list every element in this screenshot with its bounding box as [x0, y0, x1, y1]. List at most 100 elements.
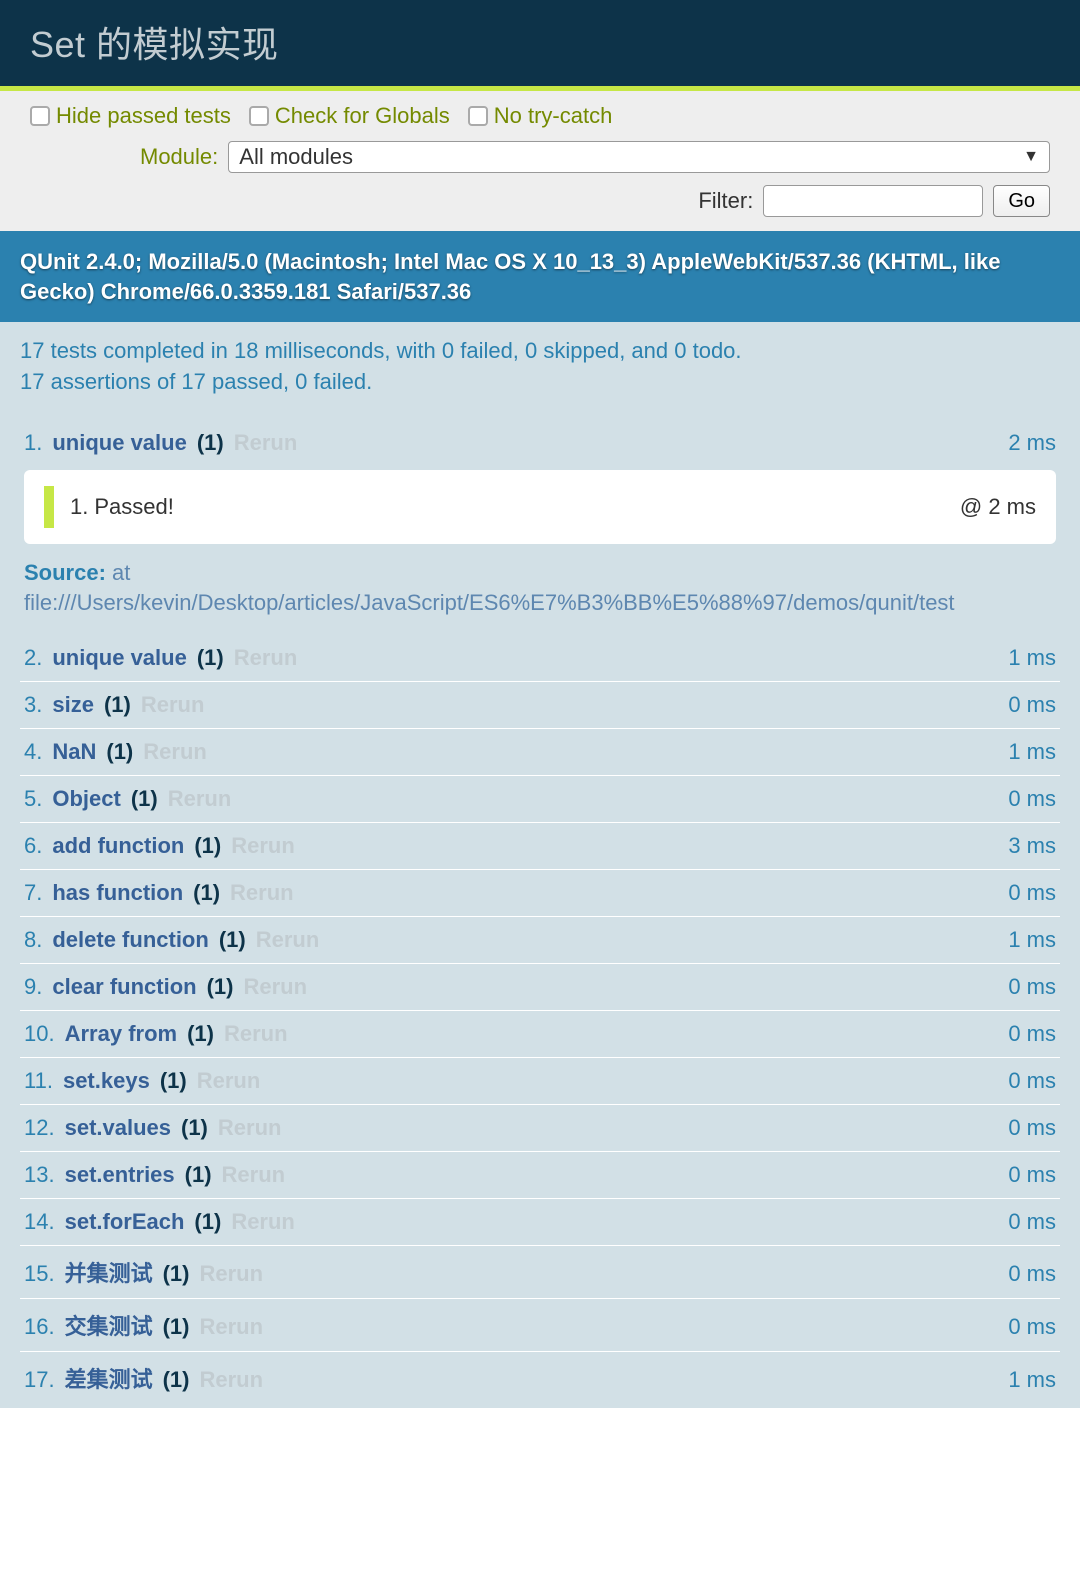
test-number: 12. [24, 1115, 55, 1141]
test-count: (1) [131, 786, 158, 812]
check-globals-checkbox[interactable]: Check for Globals [249, 103, 450, 129]
pass-indicator-icon [44, 486, 54, 528]
test-count: (1) [163, 1367, 190, 1393]
test-row[interactable]: 4.NaN(1)Rerun1 ms [20, 728, 1060, 775]
test-count: (1) [207, 974, 234, 1000]
rerun-link[interactable]: Rerun [244, 974, 308, 1000]
module-selected-value: All modules [239, 144, 353, 170]
test-number: 14. [24, 1209, 55, 1235]
rerun-link[interactable]: Rerun [200, 1367, 264, 1393]
test-count: (1) [197, 645, 224, 671]
test-time: 0 ms [1008, 692, 1056, 718]
test-number: 6. [24, 833, 42, 859]
test-row[interactable]: 11. set.keys (1) Rerun 0 ms [20, 1057, 1060, 1104]
rerun-link[interactable]: Rerun [218, 1115, 282, 1141]
assertion-text: Passed! [94, 494, 174, 520]
test-row[interactable]: 2. unique value (1) Rerun 1 ms [20, 635, 1060, 681]
test-time: 0 ms [1008, 880, 1056, 906]
test-number: 4. [24, 739, 42, 765]
test-count: (1) [219, 927, 246, 953]
test-row[interactable]: 7. has function (1) Rerun 0 ms [20, 869, 1060, 916]
filter-input[interactable] [763, 185, 983, 217]
test-row[interactable]: 5. Object (1) Rerun 0 ms [20, 775, 1060, 822]
checkbox-icon [249, 106, 269, 126]
test-name: has function [52, 880, 183, 906]
hide-passed-checkbox[interactable]: Hide passed tests [30, 103, 231, 129]
test-row[interactable]: 17.差集测试(1)Rerun1 ms [20, 1351, 1060, 1404]
rerun-link[interactable]: Rerun [197, 1068, 261, 1094]
rerun-link[interactable]: Rerun [200, 1314, 264, 1340]
test-number: 11. [24, 1068, 53, 1094]
test-name: unique value [52, 645, 186, 671]
test-time: 1 ms [1008, 645, 1056, 671]
test-name: add function [52, 833, 184, 859]
test-row[interactable]: 13.set.entries(1)Rerun0 ms [20, 1151, 1060, 1198]
rerun-link[interactable]: Rerun [234, 430, 298, 456]
source-line: Source: at file:///Users/kevin/Desktop/a… [24, 558, 1056, 631]
test-name: Object [52, 786, 120, 812]
rerun-link[interactable]: Rerun [234, 645, 298, 671]
test-row[interactable]: 10.Array from(1)Rerun0 ms [20, 1010, 1060, 1057]
test-number: 2. [24, 645, 42, 671]
test-row[interactable]: 14.set.forEach(1)Rerun0 ms [20, 1198, 1060, 1245]
rerun-link[interactable]: Rerun [200, 1261, 264, 1287]
rerun-link[interactable]: Rerun [231, 1209, 295, 1235]
page-title: Set 的模拟实现 [30, 16, 1050, 68]
test-count: (1) [197, 430, 224, 456]
test-number: 16. [24, 1314, 55, 1340]
no-trycatch-checkbox[interactable]: No try-catch [468, 103, 613, 129]
module-select[interactable]: All modules ▼ [228, 141, 1050, 173]
test-number: 5. [24, 786, 42, 812]
rerun-link[interactable]: Rerun [222, 1162, 286, 1188]
test-row[interactable]: 12.set.values(1)Rerun0 ms [20, 1104, 1060, 1151]
test-name: 差集测试 [65, 1362, 153, 1394]
test-time: 1 ms [1008, 1367, 1056, 1393]
test-row[interactable]: 8.delete function(1)Rerun1 ms [20, 916, 1060, 963]
hide-passed-label: Hide passed tests [56, 103, 231, 129]
test-name: clear function [52, 974, 196, 1000]
test-number: 9. [24, 974, 42, 1000]
source-path: file:///Users/kevin/Desktop/articles/Jav… [24, 590, 955, 615]
test-time: 3 ms [1008, 833, 1056, 859]
test-number: 1. [24, 430, 42, 456]
test-time: 2 ms [1008, 430, 1056, 456]
test-count: (1) [163, 1314, 190, 1340]
test-time: 0 ms [1008, 1021, 1056, 1047]
rerun-link[interactable]: Rerun [224, 1021, 288, 1047]
test-row-expanded[interactable]: 1. unique value (1) Rerun 2 ms 1. Passed… [20, 418, 1060, 635]
checkbox-icon [30, 106, 50, 126]
rerun-link[interactable]: Rerun [256, 927, 320, 953]
test-number: 7. [24, 880, 42, 906]
test-time: 0 ms [1008, 1314, 1056, 1340]
rerun-link[interactable]: Rerun [231, 833, 295, 859]
filter-label: Filter: [698, 188, 753, 214]
test-name: set.values [65, 1115, 171, 1141]
test-count: (1) [193, 880, 220, 906]
check-globals-label: Check for Globals [275, 103, 450, 129]
test-row[interactable]: 16.交集测试(1)Rerun0 ms [20, 1298, 1060, 1351]
test-name: set.entries [65, 1162, 175, 1188]
summary-line2: 17 assertions of 17 passed, 0 failed. [20, 367, 1060, 398]
test-row[interactable]: 9.clear function(1)Rerun0 ms [20, 963, 1060, 1010]
test-name: set.keys [63, 1068, 150, 1094]
rerun-link[interactable]: Rerun [141, 692, 205, 718]
assertion-box: 1. Passed! @ 2 ms [24, 470, 1056, 544]
test-name: NaN [52, 739, 96, 765]
assertion-number: 1. [70, 494, 88, 520]
test-count: (1) [160, 1068, 187, 1094]
go-button[interactable]: Go [993, 185, 1050, 217]
test-row[interactable]: 6.add function(1)Rerun3 ms [20, 822, 1060, 869]
test-row[interactable]: 3.size(1)Rerun0 ms [20, 681, 1060, 728]
rerun-link[interactable]: Rerun [230, 880, 294, 906]
test-time: 0 ms [1008, 1261, 1056, 1287]
test-row[interactable]: 15.并集测试(1)Rerun0 ms [20, 1245, 1060, 1298]
test-time: 0 ms [1008, 1068, 1056, 1094]
rerun-link[interactable]: Rerun [168, 786, 232, 812]
rerun-link[interactable]: Rerun [143, 739, 207, 765]
summary: 17 tests completed in 18 milliseconds, w… [20, 336, 1060, 418]
test-name: Array from [65, 1021, 177, 1047]
results-area: 17 tests completed in 18 milliseconds, w… [0, 322, 1080, 1408]
test-time: 1 ms [1008, 927, 1056, 953]
test-name: 并集测试 [65, 1256, 153, 1288]
test-time: 0 ms [1008, 786, 1056, 812]
